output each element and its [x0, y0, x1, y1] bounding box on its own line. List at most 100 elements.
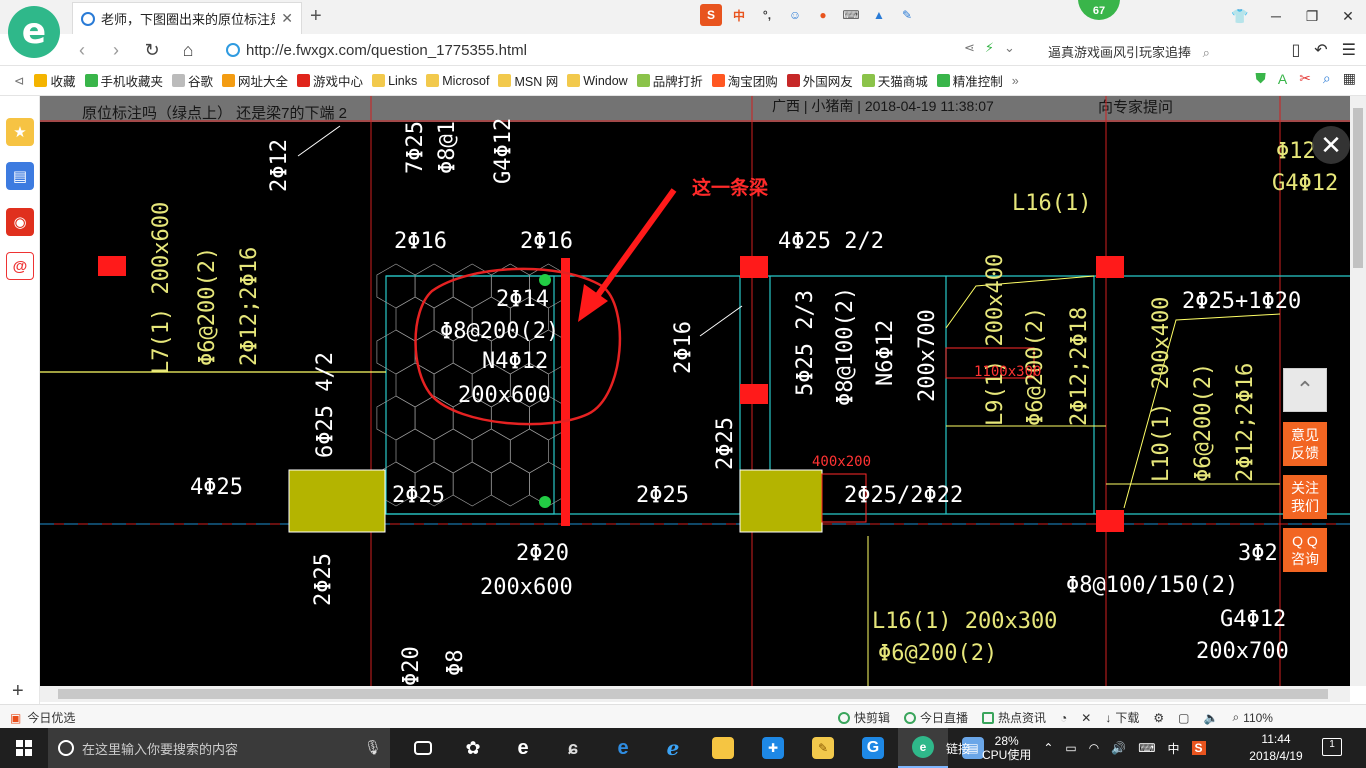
bookmark-item[interactable]: Window	[567, 74, 628, 88]
undo-icon[interactable]: ↶	[1314, 40, 1327, 60]
shirt-icon[interactable]: 👕	[1222, 0, 1258, 32]
search-hint[interactable]: 逼真游戏画风引玩家追捧 ⌕	[1048, 42, 1210, 61]
close-window-button[interactable]: ✕	[1330, 0, 1366, 32]
horizontal-scroll-thumb[interactable]	[58, 689, 1328, 699]
skin-icon[interactable]: ▲	[868, 4, 890, 26]
window-icon[interactable]: ▢	[1178, 711, 1189, 725]
weather-badge[interactable]: 67	[1078, 0, 1120, 20]
browser-logo-icon[interactable]: e	[8, 6, 60, 58]
emoji-icon[interactable]: ☺	[784, 4, 806, 26]
zoom-control[interactable]: ⌕ 110%	[1232, 710, 1273, 725]
ime-indicator[interactable]: 中	[1168, 740, 1180, 757]
taskbar-app-edge[interactable]: e	[598, 728, 648, 768]
status-item-quickcut[interactable]: 快剪辑	[838, 709, 890, 726]
taskbar-search[interactable]: 在这里输入你要搜索的内容	[48, 728, 390, 768]
taskbar-app-notes[interactable]: ✎	[798, 728, 848, 768]
action-center-button[interactable]: 1	[1322, 738, 1342, 756]
taskbar-app-tool[interactable]: ✚	[748, 728, 798, 768]
active-tab[interactable]: 老师，下图圈出来的原位标注是 ✕	[72, 2, 302, 34]
settings-icon[interactable]: ⚙	[1153, 711, 1164, 725]
tray-power-icon[interactable]: ▭	[1065, 741, 1076, 755]
start-button[interactable]	[0, 728, 48, 768]
bookmark-item[interactable]: 天猫商城	[861, 71, 928, 90]
bookmark-item[interactable]: 收藏	[34, 71, 76, 90]
bookmark-item[interactable]: 游戏中心	[297, 71, 363, 90]
taskbar-app-browser[interactable]: e	[498, 728, 548, 768]
taskbar-app-ie[interactable]: ℯ	[648, 728, 698, 768]
keyboard-icon[interactable]: ⌨	[840, 4, 862, 26]
grid-icon[interactable]: ▦	[1343, 70, 1356, 87]
tray-expand-icon[interactable]: ⌃	[1043, 741, 1053, 755]
status-item-live[interactable]: 今日直播	[904, 709, 968, 726]
bookmark-item[interactable]: 手机收藏夹	[84, 71, 163, 90]
search-icon[interactable]: ⌕	[1203, 45, 1210, 60]
bookmark-item[interactable]: Microsof	[426, 74, 489, 88]
menu-icon[interactable]: ☰	[1342, 40, 1356, 60]
tools-icon[interactable]: ✕	[1081, 711, 1091, 725]
bookmark-item[interactable]: 精准控制	[936, 71, 1003, 90]
tray-volume-icon[interactable]: 🔊	[1111, 741, 1126, 755]
reading-list-icon[interactable]: ▤	[6, 162, 34, 190]
taskbar-app-g[interactable]: G	[848, 728, 898, 768]
follow-us-button[interactable]: 关注 我们	[1283, 475, 1327, 519]
address-bar[interactable]: http://e.fwxgx.com/question_1775355.html	[226, 39, 966, 61]
volume-icon[interactable]: 🔈	[1203, 711, 1218, 725]
bookmark-item[interactable]: MSN 网	[498, 71, 558, 90]
weibo-icon[interactable]: ◉	[6, 208, 34, 236]
cpu-meter[interactable]: 28% CPU使用	[982, 734, 1031, 762]
punctuation-icon[interactable]: °,	[756, 4, 778, 26]
tray-keyboard-icon[interactable]: ⌨	[1138, 741, 1155, 755]
tray-link-label[interactable]: 链接	[946, 740, 970, 757]
tab-close-icon[interactable]: ✕	[281, 10, 293, 27]
new-tab-button[interactable]: +	[310, 5, 322, 28]
minimize-button[interactable]: ─	[1258, 0, 1294, 32]
taskbar-app-swirl[interactable]: ɕ	[548, 728, 598, 768]
scissors-icon[interactable]: ✂	[1299, 70, 1311, 87]
refresh-button[interactable]: ↻	[140, 38, 164, 62]
qq-consult-button[interactable]: Q Q 咨询	[1283, 528, 1327, 572]
maximize-button[interactable]: ❐	[1294, 0, 1330, 32]
sidebar-add-button[interactable]: +	[12, 680, 24, 703]
voice-icon[interactable]: ●	[812, 4, 834, 26]
bookmark-item[interactable]: 淘宝团购	[711, 71, 778, 90]
shield-icon[interactable]: ⛊	[1255, 70, 1266, 87]
status-left[interactable]: ▣ 今日优选	[10, 709, 75, 726]
mobile-icon[interactable]: ▯	[1291, 40, 1300, 60]
share-icon[interactable]: ⋖	[964, 40, 975, 56]
taskbar-app-active-browser[interactable]: e	[898, 728, 948, 768]
bookmark-item[interactable]: 网址大全	[222, 71, 288, 90]
bookmark-item[interactable]: 外国网友	[786, 71, 853, 90]
status-item-download[interactable]: ↓ 下载	[1105, 709, 1139, 726]
feedback-button[interactable]: 意见 反馈	[1283, 422, 1327, 466]
taskbar-clock[interactable]: 11:44 2018/4/19	[1240, 731, 1312, 765]
back-to-top-button[interactable]: ⌃	[1283, 368, 1327, 412]
taskbar-app-pinwheel[interactable]: ✿	[448, 728, 498, 768]
forward-button[interactable]: ›	[104, 38, 128, 62]
translate-icon[interactable]: A	[1278, 71, 1287, 87]
speed-icon[interactable]: ⚡	[985, 40, 994, 56]
task-view-button[interactable]	[398, 728, 448, 768]
favorites-star-icon[interactable]: ★	[6, 118, 34, 146]
bookmark-item[interactable]: Links	[372, 74, 417, 88]
bookmark-item[interactable]: 品牌打折	[636, 71, 703, 90]
wifi-icon[interactable]: ◠	[1089, 741, 1099, 755]
ime-chinese-icon[interactable]: 中	[728, 4, 750, 26]
speed-test-icon[interactable]: ◔	[1060, 711, 1067, 725]
sogou-tray-icon[interactable]: S	[1191, 741, 1206, 755]
more-bookmarks-icon[interactable]: »	[1012, 74, 1019, 88]
home-button[interactable]: ⌂	[176, 38, 200, 62]
vertical-scroll-thumb[interactable]	[1353, 108, 1363, 268]
email-icon[interactable]: @	[6, 252, 34, 280]
sidebar-toggle-icon[interactable]: ⊲	[14, 73, 24, 88]
horizontal-scrollbar[interactable]	[40, 686, 1350, 702]
tools-icon[interactable]: ✎	[896, 4, 918, 26]
microphone-icon[interactable]: 🎙	[364, 739, 382, 756]
back-button[interactable]: ‹	[70, 38, 94, 62]
vertical-scrollbar[interactable]	[1350, 96, 1366, 686]
status-item-news[interactable]: 热点资讯	[982, 709, 1046, 726]
taskbar-app-explorer[interactable]	[698, 728, 748, 768]
search-tool-icon[interactable]: ⌕	[1323, 70, 1331, 87]
close-image-button[interactable]: ✕	[1312, 126, 1350, 164]
dropdown-chevron-icon[interactable]: ⌄	[1004, 40, 1015, 56]
bookmark-item[interactable]: 谷歌	[172, 71, 213, 90]
